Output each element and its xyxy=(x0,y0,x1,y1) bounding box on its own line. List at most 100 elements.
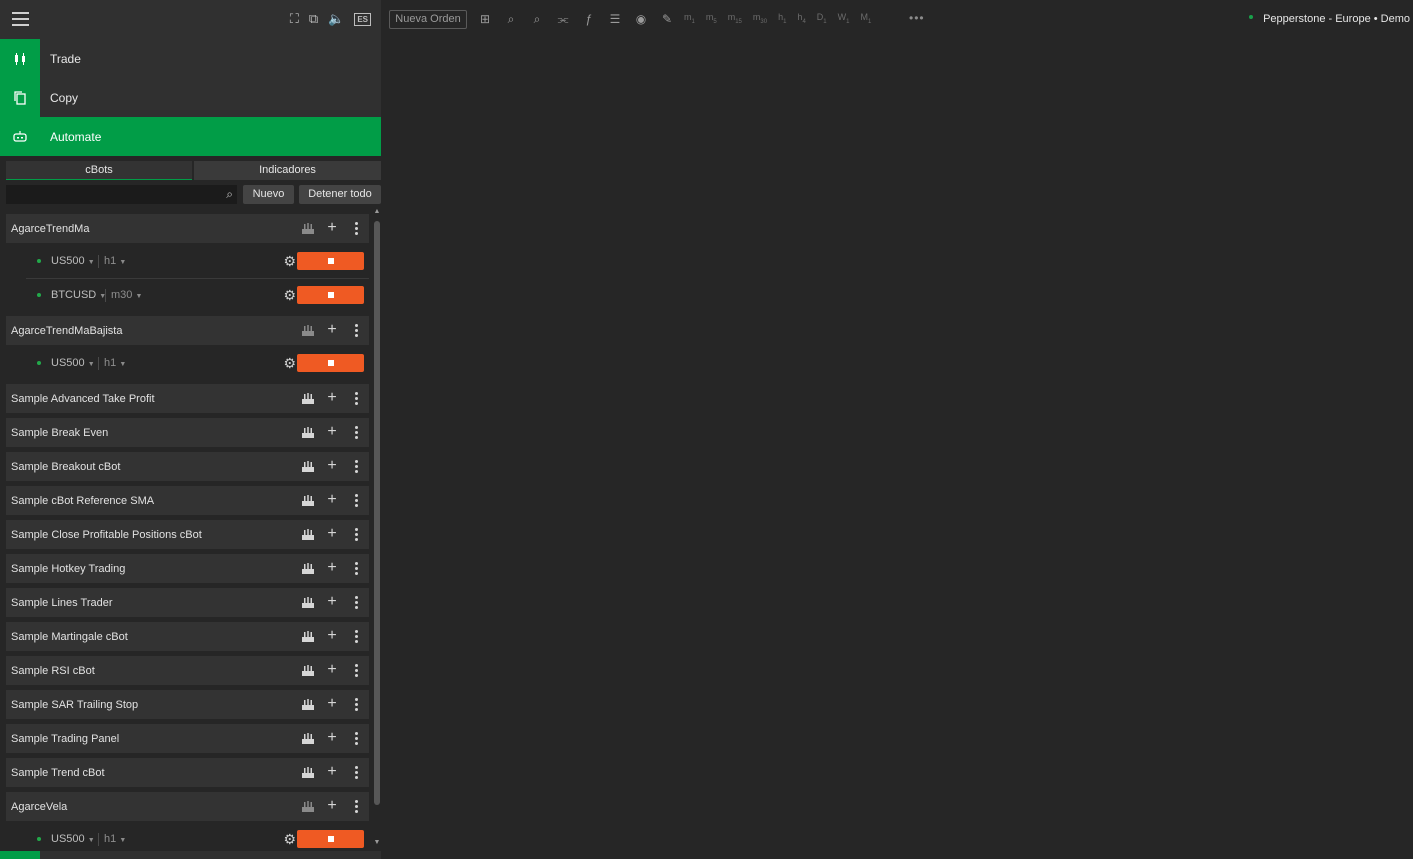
cbot-row[interactable]: Sample Hotkey Trading + xyxy=(6,554,369,583)
timeframe-button[interactable]: h1 xyxy=(778,12,786,25)
add-instance-icon[interactable]: + xyxy=(325,798,339,814)
timeframe-button[interactable]: m30 xyxy=(753,12,767,25)
stop-button[interactable] xyxy=(297,252,364,270)
add-instance-icon[interactable]: + xyxy=(325,322,339,338)
nav-trade[interactable]: Trade xyxy=(0,39,381,78)
cbot-row[interactable]: Sample Lines Trader + xyxy=(6,588,369,617)
cbot-row[interactable]: Sample cBot Reference SMA + xyxy=(6,486,369,515)
scrollbar-thumb[interactable] xyxy=(374,221,380,805)
more-options-icon[interactable] xyxy=(349,628,363,644)
window-icon[interactable]: ⧉ xyxy=(309,12,318,26)
add-instance-icon[interactable]: + xyxy=(325,560,339,576)
more-options-icon[interactable] xyxy=(349,492,363,508)
add-instance-icon[interactable]: + xyxy=(325,662,339,678)
stop-all-button[interactable]: Detener todo xyxy=(299,185,381,204)
build-icon[interactable] xyxy=(301,594,315,610)
more-options-icon[interactable] xyxy=(349,798,363,814)
cbot-row[interactable]: Sample Trend cBot + xyxy=(6,758,369,787)
fullscreen-icon[interactable]: ⛶ xyxy=(290,12,299,26)
timeframe-button[interactable]: m15 xyxy=(728,12,742,25)
build-icon[interactable] xyxy=(301,492,315,508)
more-options-icon[interactable] xyxy=(349,764,363,780)
layout-icon[interactable]: ⊞ xyxy=(476,11,494,27)
cbot-row[interactable]: Sample Trading Panel + xyxy=(6,724,369,753)
menu-icon[interactable] xyxy=(12,12,29,26)
timeframe-button[interactable]: m5 xyxy=(706,12,717,25)
language-icon[interactable]: ES xyxy=(354,13,371,26)
scroll-up-icon[interactable]: ▲ xyxy=(373,208,381,215)
gear-icon[interactable]: ⚙ xyxy=(283,831,296,848)
more-options-icon[interactable] xyxy=(349,390,363,406)
build-icon[interactable] xyxy=(301,798,315,814)
cbot-row[interactable]: AgarceVela + xyxy=(6,792,369,821)
cbot-row[interactable]: Sample Close Profitable Positions cBot + xyxy=(6,520,369,549)
zoom-in-icon[interactable]: ⌕ xyxy=(528,11,546,27)
add-instance-icon[interactable]: + xyxy=(325,764,339,780)
more-options-icon[interactable] xyxy=(349,220,363,236)
nav-copy[interactable]: Copy xyxy=(0,78,381,117)
cbot-row[interactable]: Sample Breakout cBot + xyxy=(6,452,369,481)
build-icon[interactable] xyxy=(301,764,315,780)
cbot-row[interactable]: Sample SAR Trailing Stop + xyxy=(6,690,369,719)
more-options-icon[interactable] xyxy=(349,730,363,746)
objects-icon[interactable]: ☰ xyxy=(606,11,624,27)
more-options-icon[interactable] xyxy=(349,458,363,474)
add-instance-icon[interactable]: + xyxy=(325,492,339,508)
more-options-icon[interactable] xyxy=(349,560,363,576)
scrollbar[interactable]: ▲ ▼ xyxy=(373,208,381,848)
more-options-icon[interactable] xyxy=(349,662,363,678)
more-options-icon[interactable] xyxy=(349,322,363,338)
gear-icon[interactable]: ⚙ xyxy=(283,355,296,372)
more-options-icon[interactable] xyxy=(349,594,363,610)
instance-timeframe[interactable]: m30 ▼ xyxy=(111,289,142,301)
build-icon[interactable] xyxy=(301,458,315,474)
more-options-icon[interactable] xyxy=(349,696,363,712)
instance-symbol[interactable]: US500 ▼ xyxy=(51,357,95,369)
cbot-row[interactable]: Sample Advanced Take Profit + xyxy=(6,384,369,413)
more-options-icon[interactable] xyxy=(349,424,363,440)
add-instance-icon[interactable]: + xyxy=(325,730,339,746)
add-instance-icon[interactable]: + xyxy=(325,220,339,236)
volume-icon[interactable]: 🔈 xyxy=(328,12,344,26)
zoom-out-icon[interactable]: ⌕ xyxy=(502,11,520,27)
build-icon[interactable] xyxy=(301,560,315,576)
timeframe-button[interactable]: W1 xyxy=(838,12,850,25)
gear-icon[interactable]: ⚙ xyxy=(283,287,296,304)
build-icon[interactable] xyxy=(301,322,315,338)
tab-indicadores[interactable]: Indicadores xyxy=(194,161,381,180)
build-icon[interactable] xyxy=(301,730,315,746)
timeframe-button[interactable]: m1 xyxy=(684,12,695,25)
more-options-icon[interactable] xyxy=(349,526,363,542)
scroll-down-icon[interactable]: ▼ xyxy=(373,839,381,846)
instance-symbol[interactable]: BTCUSD ▼ xyxy=(51,289,106,301)
watch-icon[interactable]: ◉ xyxy=(632,11,650,27)
add-instance-icon[interactable]: + xyxy=(325,458,339,474)
more-icon[interactable]: ••• xyxy=(909,11,925,25)
stop-button[interactable] xyxy=(297,354,364,372)
instance-symbol[interactable]: US500 ▼ xyxy=(51,255,95,267)
add-instance-icon[interactable]: + xyxy=(325,696,339,712)
new-button[interactable]: Nuevo xyxy=(243,185,294,204)
add-instance-icon[interactable]: + xyxy=(325,628,339,644)
instance-symbol[interactable]: US500 ▼ xyxy=(51,833,95,845)
nav-automate[interactable]: Automate xyxy=(0,117,381,156)
build-icon[interactable] xyxy=(301,220,315,236)
indicators-icon[interactable]: ƒ xyxy=(580,11,598,27)
cbot-row[interactable]: Sample RSI cBot + xyxy=(6,656,369,685)
timeframe-button[interactable]: D1 xyxy=(817,12,827,25)
build-icon[interactable] xyxy=(301,628,315,644)
cbot-row[interactable]: AgarceTrendMaBajista + xyxy=(6,316,369,345)
chart-type-icon[interactable]: ⫘ xyxy=(554,11,572,27)
gear-icon[interactable]: ⚙ xyxy=(283,253,296,270)
add-instance-icon[interactable]: + xyxy=(325,526,339,542)
instance-timeframe[interactable]: h1 ▼ xyxy=(104,833,126,845)
build-icon[interactable] xyxy=(301,662,315,678)
add-instance-icon[interactable]: + xyxy=(325,390,339,406)
build-icon[interactable] xyxy=(301,526,315,542)
timeframe-button[interactable]: h4 xyxy=(797,12,805,25)
add-instance-icon[interactable]: + xyxy=(325,594,339,610)
stop-button[interactable] xyxy=(297,286,364,304)
build-icon[interactable] xyxy=(301,390,315,406)
add-instance-icon[interactable]: + xyxy=(325,424,339,440)
tab-cbots[interactable]: cBots xyxy=(6,161,192,180)
